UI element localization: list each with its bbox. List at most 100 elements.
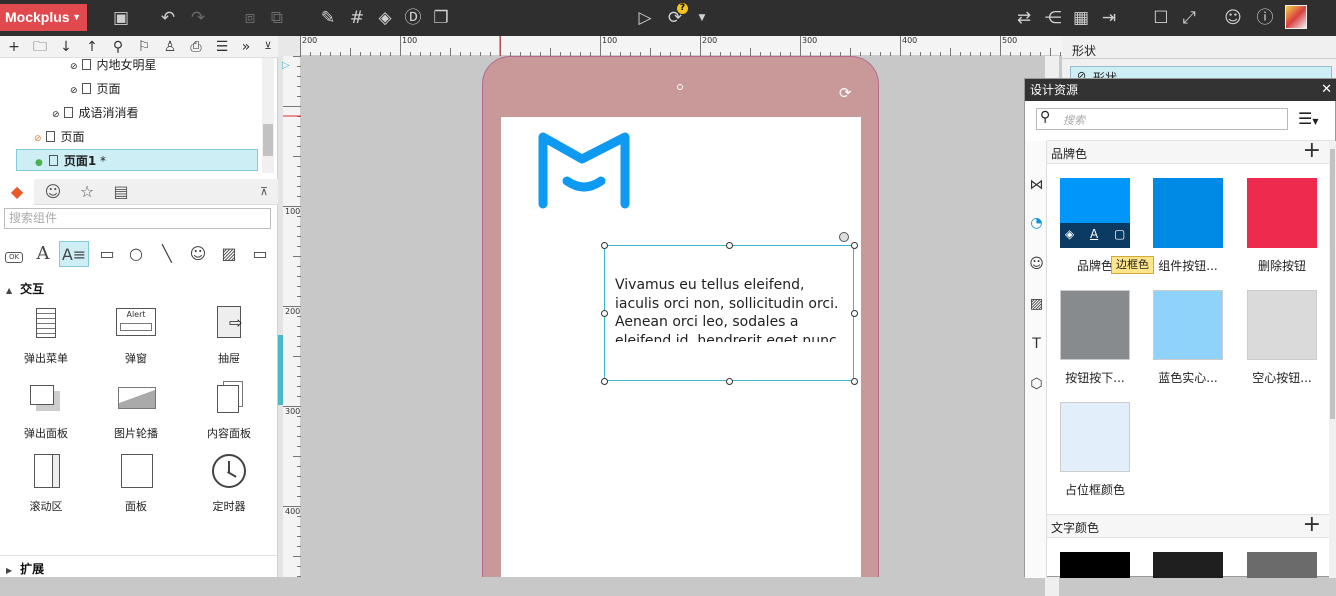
resize-handle[interactable]	[726, 242, 733, 249]
resize-handle[interactable]	[851, 378, 858, 385]
component-carousel[interactable]: 图片轮播	[90, 381, 182, 451]
text-icon[interactable]: A	[29, 241, 57, 267]
fullscreen-icon[interactable]: ⤢	[1177, 6, 1201, 30]
text-icon[interactable]: T	[1028, 336, 1045, 353]
tab-emoji-icon[interactable]: ☺	[36, 179, 70, 205]
image-icon[interactable]: ▨	[1028, 296, 1045, 313]
add-icon[interactable]: +	[1303, 512, 1321, 537]
emoji-icon[interactable]: ☺	[184, 241, 212, 267]
tab-components-icon[interactable]: ◆	[0, 179, 34, 205]
text-widget-selected[interactable]: Vivamus eu tellus eleifend, iaculis orci…	[601, 232, 858, 385]
palette-icon[interactable]: ◔	[1028, 215, 1045, 232]
avatar[interactable]	[1285, 5, 1307, 29]
redo-icon[interactable]: ↷	[186, 6, 210, 30]
text-color-icon[interactable]: A	[1090, 227, 1098, 241]
line-icon[interactable]: ╲	[153, 241, 181, 267]
resource-scrollbar[interactable]	[1329, 141, 1336, 578]
tree-item[interactable]: ⊘ 成语消消看	[52, 102, 139, 124]
resource-search-input[interactable]: ⚲ 搜索	[1036, 108, 1288, 130]
component-dialog[interactable]: Alert 弹窗	[90, 306, 182, 376]
collapse-icon[interactable]: ⊼	[252, 179, 276, 205]
qr-icon[interactable]: ▦	[1069, 6, 1093, 30]
resize-handle[interactable]	[726, 378, 733, 385]
menu-icon[interactable]: ☰▼	[1298, 109, 1319, 128]
grid-icon[interactable]: #	[345, 6, 369, 30]
border-icon[interactable]: ▢	[1114, 227, 1125, 241]
play-icon[interactable]: ▷	[633, 6, 657, 30]
undo-icon[interactable]: ↶	[156, 6, 180, 30]
swatch-text-color[interactable]	[1247, 552, 1317, 578]
image-icon[interactable]: ▨	[215, 241, 243, 267]
chevron-down-icon[interactable]: ▼	[690, 6, 714, 30]
component-panel[interactable]: 面板	[90, 454, 182, 524]
swatch-hollow-button[interactable]	[1247, 290, 1317, 360]
fill-icon[interactable]: ◈	[373, 6, 397, 30]
tree-scrollbar[interactable]	[262, 58, 274, 173]
paragraph-icon[interactable]: A≡	[59, 241, 89, 267]
rotate-handle[interactable]	[839, 232, 849, 242]
tab-star-icon[interactable]: ☆	[70, 179, 104, 205]
section-interact[interactable]: ▲ 交互	[6, 280, 44, 297]
guide-marker-icon[interactable]: ▷	[282, 60, 290, 71]
component-search-input[interactable]: 搜索组件	[4, 208, 271, 229]
share-icon[interactable]: ⋲	[1041, 6, 1065, 30]
component-drawer[interactable]: ⇨ 抽屉	[183, 306, 275, 376]
input-icon[interactable]: ▭	[246, 241, 274, 267]
component-popup-menu[interactable]: 弹出菜单	[0, 306, 92, 376]
export-icon[interactable]: ❐	[429, 6, 453, 30]
tab-media-icon[interactable]: ▤	[104, 179, 138, 205]
section-brand-color[interactable]: 品牌色 +	[1047, 138, 1335, 164]
crop-icon[interactable]: ⧈	[238, 6, 262, 30]
tree-item[interactable]: ⊘ 页面	[70, 78, 121, 100]
resize-handle[interactable]	[851, 242, 858, 249]
resize-handle[interactable]	[601, 378, 608, 385]
tree-item[interactable]: ⊘ 页面	[34, 126, 85, 148]
mockplus-logo-icon[interactable]	[537, 129, 637, 219]
component-icon[interactable]: ⬡	[1028, 376, 1045, 393]
add-icon[interactable]: +	[4, 37, 24, 57]
window-icon[interactable]: ☐	[1149, 6, 1173, 30]
rotate-icon[interactable]: ⟳	[839, 84, 852, 102]
component-timer[interactable]: 定时器	[183, 454, 275, 524]
brand-icon[interactable]: ⋈	[1028, 177, 1045, 194]
brush-icon[interactable]: ✎	[316, 6, 340, 30]
resize-handle[interactable]	[601, 310, 608, 317]
swatch-component-button[interactable]	[1153, 178, 1223, 248]
section-extend[interactable]: ▶ 扩展	[6, 560, 44, 577]
swatch-text-color[interactable]	[1060, 552, 1130, 578]
tree-item[interactable]: ⊘ 内地女明星	[70, 54, 157, 76]
emoji-icon[interactable]: ☺	[1028, 256, 1045, 273]
list-icon[interactable]: ☰	[212, 37, 232, 57]
component-content-panel[interactable]: 内容面板	[183, 381, 275, 451]
print-icon[interactable]: ⎙	[186, 37, 206, 57]
more-icon[interactable]: »	[236, 37, 256, 57]
help-icon[interactable]: ⓘ	[1253, 6, 1277, 30]
save-icon[interactable]: ▣	[109, 6, 133, 30]
group-icon[interactable]: ⧉	[265, 6, 289, 30]
ok-button-icon[interactable]: OK	[0, 241, 28, 267]
rectangle-icon[interactable]: ▭	[93, 241, 121, 267]
component-scroll-area[interactable]: 滚动区	[0, 454, 92, 524]
resize-handle[interactable]	[851, 310, 858, 317]
swatch-button-pressed[interactable]	[1060, 290, 1130, 360]
resize-handle[interactable]	[601, 242, 608, 249]
swatch-delete-button[interactable]	[1247, 178, 1317, 248]
panel-splitter[interactable]	[278, 56, 283, 577]
close-icon[interactable]: ✕	[1321, 79, 1332, 101]
d-circle-icon[interactable]: Ⓓ	[401, 6, 425, 30]
swatch-text-color[interactable]	[1153, 552, 1223, 578]
user-icon[interactable]: ♙	[160, 37, 180, 57]
collapse-icon[interactable]: ⊻	[258, 37, 278, 57]
team-icon[interactable]: ☺	[1221, 6, 1245, 30]
swatch-placeholder[interactable]	[1060, 402, 1130, 472]
circle-icon[interactable]: ○	[122, 241, 150, 267]
component-popup-panel[interactable]: 弹出面板	[0, 381, 92, 451]
fill-icon[interactable]: ◈	[1065, 227, 1074, 241]
swatch-blue-solid[interactable]	[1153, 290, 1223, 360]
section-text-color[interactable]: 文字颜色 +	[1047, 512, 1335, 538]
tree-item-selected[interactable]: ● 页面1 *	[16, 149, 258, 171]
swap-icon[interactable]: ⇄	[1012, 6, 1036, 30]
panel-collapse-handle[interactable]	[278, 335, 283, 405]
exit-icon[interactable]: ⇥	[1097, 6, 1121, 30]
add-icon[interactable]: +	[1303, 138, 1321, 163]
